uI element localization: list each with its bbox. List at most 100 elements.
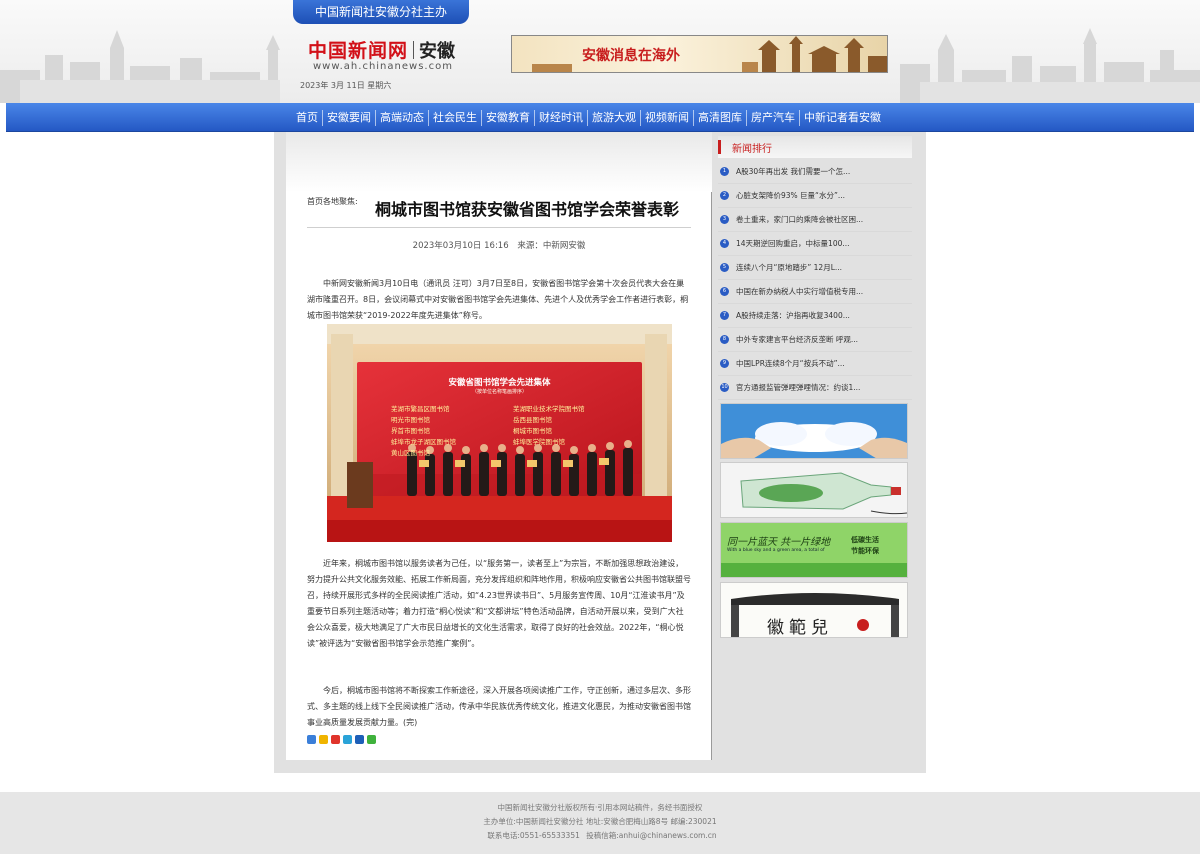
photo-screen-entry: 岳西县图书馆 bbox=[513, 416, 552, 424]
photo-screen-entry: 界首市图书馆 bbox=[391, 427, 430, 435]
article-column: 首页各地聚焦: 桐城市图书馆获安徽省图书馆学会荣誉表彰 2023年03月10日 … bbox=[286, 132, 712, 760]
site-header: 中国新闻社安徽分社主办 中国新闻网 安徽 www.ah.chinanews.com… bbox=[0, 0, 1200, 103]
ad-low-carbon-slogan: 同一片蓝天 共一片绿地 bbox=[727, 537, 831, 548]
nav-item-travel[interactable]: 旅游大观 bbox=[588, 103, 640, 132]
ranking-item[interactable]: 6 中国在新办纳税人中实行增值税专用... bbox=[718, 280, 912, 304]
photo-screen-entry: 蚌埠医学院图书馆 bbox=[513, 438, 565, 446]
ranking-item-title: 14天期逆回购重启，中标量100... bbox=[736, 239, 850, 248]
nav-item-gallery[interactable]: 高清图库 bbox=[694, 103, 746, 132]
breadcrumb[interactable]: 首页各地聚焦: bbox=[307, 196, 358, 207]
banner-text: 安徽消息在海外 bbox=[582, 48, 680, 64]
article-paragraph: 中新网安徽新闻3月10日电（通讯员 汪可）3月7日至8日，安徽省图书馆学会第十次… bbox=[307, 279, 689, 320]
ranking-item[interactable]: 3 卷土重来，家门口的乘降会被社区困... bbox=[718, 208, 912, 232]
ranking-item[interactable]: 2 心脏支架降价93% 巨量“水分”... bbox=[718, 184, 912, 208]
photo-screen-right-list: 芜湖职业技术学院图书馆 岳西县图书馆 桐城市图书馆 蚌埠医学院图书馆 bbox=[513, 404, 585, 448]
ranking-item-title: 连续八个月“原地踏步” 12月L... bbox=[736, 263, 843, 272]
ranking-title: 新闻排行 bbox=[732, 144, 772, 155]
rank-number-icon: 10 bbox=[720, 383, 729, 392]
share-qzone-icon[interactable] bbox=[319, 735, 328, 744]
current-date: 2023年 3月 11日 星期六 bbox=[300, 81, 392, 90]
share-wechat-icon[interactable] bbox=[367, 735, 376, 744]
nav-item-video[interactable]: 视频新闻 bbox=[641, 103, 693, 132]
ranking-item-title: A股持续走落：沪指再收复3400... bbox=[736, 311, 850, 320]
ranking-item[interactable]: 5 连续八个月“原地踏步” 12月L... bbox=[718, 256, 912, 280]
rank-number-icon: 5 bbox=[720, 263, 729, 272]
nav-item-society[interactable]: 社会民生 bbox=[429, 103, 481, 132]
share-tencent-weibo-icon[interactable] bbox=[343, 735, 352, 744]
nav-item-high-level[interactable]: 高端动态 bbox=[376, 103, 428, 132]
footer-copyright: 中国新闻社安徽分社版权所有·引用本网站稿件，务经书面授权 bbox=[497, 803, 703, 812]
photo-screen-entry: 明光市图书馆 bbox=[391, 416, 430, 424]
footer-address: 主办单位:中国新闻社安徽分社 地址:安徽合肥梅山路8号 邮编:230021 bbox=[483, 817, 717, 826]
ad-low-carbon-tag1: 低碳生活 bbox=[851, 536, 879, 544]
share-weibo-icon[interactable] bbox=[331, 735, 340, 744]
article-title: 桐城市图书馆获安徽省图书馆学会荣誉表彰 bbox=[375, 200, 680, 219]
article-datetime: 2023年03月10日 16:16 bbox=[412, 241, 509, 251]
news-ranking-header: 新闻排行 bbox=[718, 136, 912, 158]
article-paragraph: 近年来，桐城市图书馆以服务读者为己任，以“服务第一，读者至上”为宗旨，不断加强思… bbox=[307, 559, 691, 648]
photo-screen-title: 安徽省图书馆学会先进集体 bbox=[448, 378, 551, 388]
footer-email-link[interactable]: 投稿信箱:anhui@chinanews.com.cn bbox=[586, 831, 716, 840]
rank-number-icon: 2 bbox=[720, 191, 729, 200]
photo-screen-entry: 芜湖市繁昌区图书馆 bbox=[391, 405, 450, 413]
rank-number-icon: 3 bbox=[720, 215, 729, 224]
photo-screen-entry: 黄山区图书馆 bbox=[391, 449, 430, 457]
article-source: 来源：中新网安徽 bbox=[517, 241, 586, 251]
ranking-item[interactable]: 1 A股30年再出发 我们需要一个怎... bbox=[718, 160, 912, 184]
ad-hands-clouds[interactable] bbox=[720, 403, 908, 459]
article-top-gradient bbox=[286, 132, 712, 192]
ranking-item-title: A股30年再出发 我们需要一个怎... bbox=[736, 167, 851, 176]
rank-number-icon: 4 bbox=[720, 239, 729, 248]
ad-low-carbon-english: With a blue sky and a green area, a tota… bbox=[727, 548, 825, 553]
logo-chinanews: 中国新闻网 bbox=[308, 40, 409, 62]
hands-clouds-graphic bbox=[721, 404, 907, 458]
nav-item-finance[interactable]: 财经时讯 bbox=[535, 103, 587, 132]
rank-number-icon: 8 bbox=[720, 335, 729, 344]
photo-screen-left-list: 芜湖市繁昌区图书馆 明光市图书馆 界首市图书馆 蚌埠市龙子湖区图书馆 黄山区图书… bbox=[391, 404, 456, 459]
nav-item-reporters[interactable]: 中新记者看安徽 bbox=[800, 103, 885, 132]
award-ceremony-photo bbox=[327, 324, 672, 542]
logo-region: 安徽 bbox=[419, 41, 456, 62]
footer-phone: 联系电话:0551-65533351 bbox=[487, 831, 580, 840]
article-paragraph: 今后，桐城市图书馆将不断探索工作新途径，深入开展各项阅读推广工作，守正创新，通过… bbox=[307, 686, 691, 727]
site-footer: 中国新闻社安徽分社版权所有·引用本网站稿件，务经书面授权 主办单位:中国新闻社安… bbox=[0, 792, 1200, 854]
ranking-item[interactable]: 7 A股持续走落：沪指再收复3400... bbox=[718, 304, 912, 328]
nav-item-home[interactable]: 首页 bbox=[292, 103, 322, 132]
share-renren-icon[interactable] bbox=[355, 735, 364, 744]
ranking-item-title: 官方通报监管弹哩弹哩情况：约谈1... bbox=[736, 383, 861, 392]
ad-huifaner[interactable]: 徽範兒 bbox=[720, 582, 908, 638]
share-toolbar bbox=[307, 735, 376, 744]
site-logo[interactable]: 中国新闻网 安徽 www.ah.chinanews.com bbox=[308, 36, 468, 76]
ranking-item[interactable]: 8 中外专家建言平台经济反垄断 呼观... bbox=[718, 328, 912, 352]
ranking-accent-bar bbox=[718, 140, 721, 154]
main-nav: 首页 安徽要闻 高端动态 社会民生 安徽教育 财经时讯 旅游大观 视频新闻 高清… bbox=[6, 103, 1194, 132]
article-meta: 2023年03月10日 16:16 来源：中新网安徽 bbox=[286, 239, 712, 251]
ranking-item-title: 中外专家建言平台经济反垄断 呼观... bbox=[736, 335, 859, 344]
banner-ad[interactable]: 安徽消息在海外 bbox=[511, 35, 888, 73]
logo-divider bbox=[413, 41, 415, 59]
ranking-item-title: 中国LPR连续8个月“按兵不动”... bbox=[736, 359, 845, 368]
ad-huifaner-text: 徽範兒 bbox=[767, 618, 833, 638]
news-ranking-list: 1 A股30年再出发 我们需要一个怎... 2 心脏支架降价93% 巨量“水分”..… bbox=[718, 160, 912, 400]
ranking-item[interactable]: 9 中国LPR连续8个月“按兵不动”... bbox=[718, 352, 912, 376]
nav-items: 首页 安徽要闻 高端动态 社会民生 安徽教育 财经时讯 旅游大观 视频新闻 高清… bbox=[292, 103, 885, 132]
ranking-item-title: 卷土重来，家门口的乘降会被社区困... bbox=[736, 215, 864, 224]
article-photo: 安徽省图书馆学会先进集体 （按单位名称笔画排序） 芜湖市繁昌区图书馆 明光市图书… bbox=[327, 324, 672, 542]
sponsor-tab: 中国新闻社安徽分社主办 bbox=[293, 0, 469, 24]
ranking-item-title: 心脏支架降价93% 巨量“水分”... bbox=[736, 191, 845, 200]
photo-screen-entry: 芜湖职业技术学院图书馆 bbox=[513, 405, 585, 413]
nav-item-anhui-news[interactable]: 安徽要闻 bbox=[323, 103, 375, 132]
photo-screen-subtitle: （按单位名称笔画排序） bbox=[471, 389, 527, 395]
ad-low-carbon[interactable]: 同一片蓝天 共一片绿地 With a blue sky and a green … bbox=[720, 522, 908, 578]
ad-green-bottle[interactable] bbox=[720, 462, 908, 518]
ranking-item-title: 中国在新办纳税人中实行增值税专用... bbox=[736, 287, 864, 296]
photo-screen-entry: 桐城市图书馆 bbox=[513, 427, 552, 435]
rank-number-icon: 1 bbox=[720, 167, 729, 176]
nav-item-education[interactable]: 安徽教育 bbox=[482, 103, 534, 132]
share-more-icon[interactable] bbox=[307, 735, 316, 744]
ranking-item[interactable]: 4 14天期逆回购重启，中标量100... bbox=[718, 232, 912, 256]
rank-number-icon: 7 bbox=[720, 311, 729, 320]
nav-item-property-auto[interactable]: 房产汽车 bbox=[747, 103, 799, 132]
rank-number-icon: 9 bbox=[720, 359, 729, 368]
ranking-item[interactable]: 10 官方通报监管弹哩弹哩情况：约谈1... bbox=[718, 376, 912, 400]
